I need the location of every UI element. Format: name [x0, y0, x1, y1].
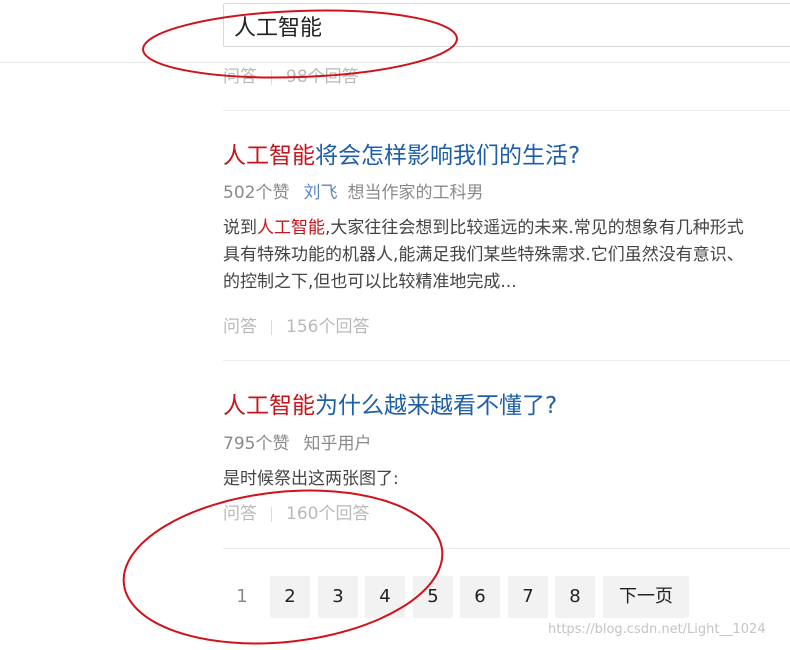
- meta-separator: [271, 69, 272, 85]
- page-button-8[interactable]: 8: [555, 576, 595, 618]
- content-type-label: 问答: [223, 317, 257, 337]
- result-divider: [223, 360, 790, 361]
- annotation-overlay: [122, 9, 458, 645]
- result-meta: 问答 156个回答: [223, 312, 369, 337]
- author-bio: 想当作家的工科男: [347, 183, 484, 203]
- result-divider: [223, 548, 790, 549]
- excerpt-line: 的控制之下,但也可以比较精准地完成...: [223, 272, 517, 292]
- result-excerpt[interactable]: 说到人工智能,大家往往会想到比较遥远的未来.常见的想象有几种形式 具有特殊功能的…: [223, 215, 790, 296]
- search-box[interactable]: [223, 3, 790, 47]
- header-divider: [0, 62, 790, 63]
- title-text[interactable]: 将会怎样影响我们的生活?: [315, 143, 580, 169]
- answer-count[interactable]: 98个回答: [286, 67, 359, 87]
- excerpt-line: 是时候祭出这两张图了:: [223, 469, 399, 489]
- vote-count: 502个赞: [223, 183, 290, 203]
- result-title[interactable]: 人工智能为什么越来越看不懂了?: [223, 386, 557, 420]
- result-byline: 502个赞 刘飞 想当作家的工科男: [223, 178, 483, 203]
- result-excerpt[interactable]: 是时候祭出这两张图了:: [223, 466, 790, 493]
- excerpt-text: ,大家往往会想到比较遥远的未来.常见的想象有几种形式: [325, 218, 744, 238]
- page-current: 1: [236, 586, 248, 607]
- result-meta: 问答 160个回答: [223, 499, 369, 524]
- watermark: https://blog.csdn.net/Light__1024: [548, 622, 766, 637]
- meta-separator: [271, 506, 272, 522]
- title-text[interactable]: 为什么越来越看不懂了?: [315, 393, 557, 419]
- excerpt-line: 具有特殊功能的机器人,能满足我们某些特殊需求.它们虽然没有意识、: [223, 245, 744, 265]
- vote-count: 795个赞: [223, 434, 290, 454]
- content-type-label: 问答: [223, 504, 257, 524]
- result-byline: 795个赞 知乎用户: [223, 429, 371, 454]
- excerpt-highlight: 人工智能: [257, 218, 325, 238]
- author-name[interactable]: 知乎用户: [303, 434, 371, 454]
- result-title[interactable]: 人工智能将会怎样影响我们的生活?: [223, 136, 580, 170]
- answer-count[interactable]: 160个回答: [286, 504, 369, 524]
- page-button-4[interactable]: 4: [365, 576, 405, 618]
- meta-separator: [271, 319, 272, 335]
- title-highlight[interactable]: 人工智能: [223, 143, 315, 169]
- page-button-3[interactable]: 3: [318, 576, 358, 618]
- search-input[interactable]: [232, 10, 776, 42]
- excerpt-text: 说到: [223, 218, 257, 238]
- page-button-6[interactable]: 6: [460, 576, 500, 618]
- answer-count[interactable]: 156个回答: [286, 317, 369, 337]
- page-button-5[interactable]: 5: [413, 576, 453, 618]
- prev-item-meta: 问答 98个回答: [223, 62, 359, 87]
- author-link[interactable]: 刘飞: [303, 183, 337, 203]
- result-divider: [223, 110, 790, 111]
- content-type-label: 问答: [223, 67, 257, 87]
- excerpt-line: 说到人工智能,大家往往会想到比较遥远的未来.常见的想象有几种形式: [223, 215, 790, 242]
- page-button-7[interactable]: 7: [508, 576, 548, 618]
- page-button-2[interactable]: 2: [270, 576, 310, 618]
- title-highlight[interactable]: 人工智能: [223, 393, 315, 419]
- next-page-button[interactable]: 下一页: [603, 576, 689, 618]
